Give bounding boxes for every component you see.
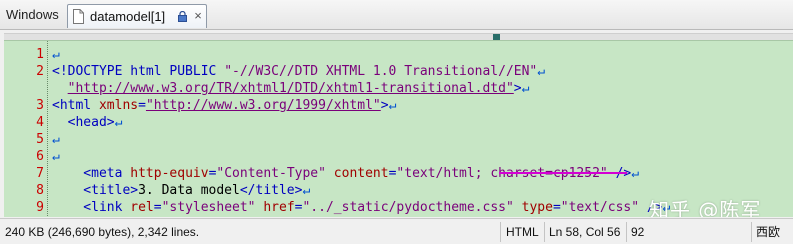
close-icon[interactable]: × bbox=[192, 8, 204, 24]
end-of-line-marker: ↵ bbox=[52, 149, 60, 164]
end-of-line-marker: ↵ bbox=[631, 166, 640, 181]
tab-label: datamodel[1] bbox=[90, 9, 166, 24]
code-token: </title> bbox=[239, 183, 303, 198]
tab-bar: Windows datamodel[1] × bbox=[0, 0, 793, 30]
status-file-size: 240 KB (246,690 bytes), 2,342 lines. bbox=[5, 225, 200, 239]
code-line[interactable]: 5 ↵ bbox=[4, 131, 793, 148]
code-text: ↵ bbox=[52, 46, 60, 63]
code-token: "Content-Type" bbox=[216, 166, 326, 181]
lock-icon bbox=[178, 11, 187, 22]
code-token: > bbox=[513, 81, 522, 96]
status-locale[interactable]: 西欧 bbox=[756, 224, 780, 240]
code-token: content bbox=[333, 166, 389, 181]
code-token: <meta bbox=[52, 166, 131, 181]
document-icon bbox=[73, 9, 84, 24]
code-token: "-//W3C//DTD XHTML 1.0 Transitional//EN" bbox=[224, 64, 538, 79]
code-text: <head>↵ bbox=[52, 114, 123, 131]
end-of-line-marker: ↵ bbox=[537, 64, 546, 79]
code-token: "http://www.w3.org/1999/xhtml" bbox=[145, 98, 381, 113]
code-token: = bbox=[552, 200, 561, 215]
line-number: 7 bbox=[36, 166, 44, 181]
code-token: href bbox=[263, 200, 295, 215]
end-of-line-marker: ↵ bbox=[114, 115, 123, 130]
line-number: 5 bbox=[36, 132, 44, 147]
line-number: 6 bbox=[36, 149, 44, 164]
code-line[interactable]: "http://www.w3.org/TR/xhtml1/DTD/xhtml1-… bbox=[4, 80, 793, 97]
code-token: <head> bbox=[52, 115, 115, 130]
code-token: type bbox=[521, 200, 553, 215]
code-line[interactable]: 2 <!DOCTYPE html PUBLIC "-//W3C//DTD XHTM… bbox=[4, 63, 793, 80]
window-group-label: Windows bbox=[6, 7, 59, 22]
line-number: 8 bbox=[36, 183, 44, 198]
code-token: <!DOCTYPE html PUBLIC bbox=[52, 64, 225, 79]
code-token: > bbox=[380, 98, 389, 113]
code-text: <title>3. Data model</title>↵ bbox=[52, 182, 310, 199]
status-separator bbox=[751, 222, 752, 242]
end-of-line-marker: ↵ bbox=[302, 183, 311, 198]
code-token: "stylesheet" bbox=[161, 200, 256, 215]
charset-highlight-underline bbox=[499, 172, 627, 174]
code-editor[interactable]: 1 ↵ 2 <!DOCTYPE html PUBLIC "-//W3C//DTD XH… bbox=[4, 40, 793, 217]
code-text: "http://www.w3.org/TR/xhtml1/DTD/xhtml1-… bbox=[52, 80, 530, 97]
code-token: = bbox=[138, 98, 146, 113]
line-number: 3 bbox=[36, 98, 44, 113]
status-separator bbox=[500, 222, 501, 242]
status-syntax[interactable]: HTML bbox=[506, 224, 539, 240]
code-token: "../_static/pydoctheme.css" bbox=[302, 200, 514, 215]
status-cursor-position[interactable]: Ln 58, Col 56 bbox=[549, 224, 620, 240]
code-line[interactable]: 4 <head>↵ bbox=[4, 114, 793, 131]
code-line[interactable]: 6 ↵ bbox=[4, 148, 793, 165]
line-number: 2 bbox=[36, 64, 44, 79]
status-bar: 240 KB (246,690 bytes), 2,342 lines. HTM… bbox=[0, 218, 793, 244]
watermark: 知乎 @陈军 bbox=[649, 198, 762, 217]
status-encoding-code[interactable]: 92 bbox=[631, 224, 644, 240]
code-text: <html xmlns="http://www.w3.org/1999/xhtm… bbox=[52, 97, 396, 114]
code-token: xmlns bbox=[98, 98, 139, 113]
status-separator bbox=[544, 222, 545, 242]
code-token: rel bbox=[130, 200, 154, 215]
code-line[interactable]: 1 ↵ bbox=[4, 46, 793, 63]
column-ruler bbox=[4, 33, 793, 41]
code-token: 3. Data model bbox=[138, 183, 240, 198]
status-separator bbox=[626, 222, 627, 242]
code-token: "http://www.w3.org/TR/xhtml1/DTD/xhtml1-… bbox=[67, 81, 514, 96]
code-text: ↵ bbox=[52, 131, 60, 148]
end-of-line-marker: ↵ bbox=[388, 98, 397, 113]
end-of-line-marker: ↵ bbox=[521, 81, 530, 96]
code-line[interactable]: 7 <meta http-equiv="Content-Type" conten… bbox=[4, 165, 793, 182]
code-token: = bbox=[153, 200, 162, 215]
code-token: <html bbox=[52, 98, 99, 113]
line-number: 9 bbox=[36, 200, 44, 215]
code-text: ↵ bbox=[52, 148, 60, 165]
end-of-line-marker: ↵ bbox=[52, 132, 60, 147]
code-token: <link bbox=[52, 200, 131, 215]
end-of-line-marker: ↵ bbox=[52, 47, 60, 62]
code-line[interactable]: 3 <html xmlns="http://www.w3.org/1999/xht… bbox=[4, 97, 793, 114]
code-text: <!DOCTYPE html PUBLIC "-//W3C//DTD XHTML… bbox=[52, 63, 545, 80]
tab-datamodel[interactable]: datamodel[1] × bbox=[67, 4, 207, 28]
code-token: "text/css" bbox=[560, 200, 640, 215]
line-number: 1 bbox=[36, 47, 44, 62]
line-number: 4 bbox=[36, 115, 44, 130]
code-token: http-equiv bbox=[130, 166, 209, 181]
code-token: <title> bbox=[52, 183, 139, 198]
code-text: <link rel="stylesheet" href="../_static/… bbox=[52, 199, 670, 216]
